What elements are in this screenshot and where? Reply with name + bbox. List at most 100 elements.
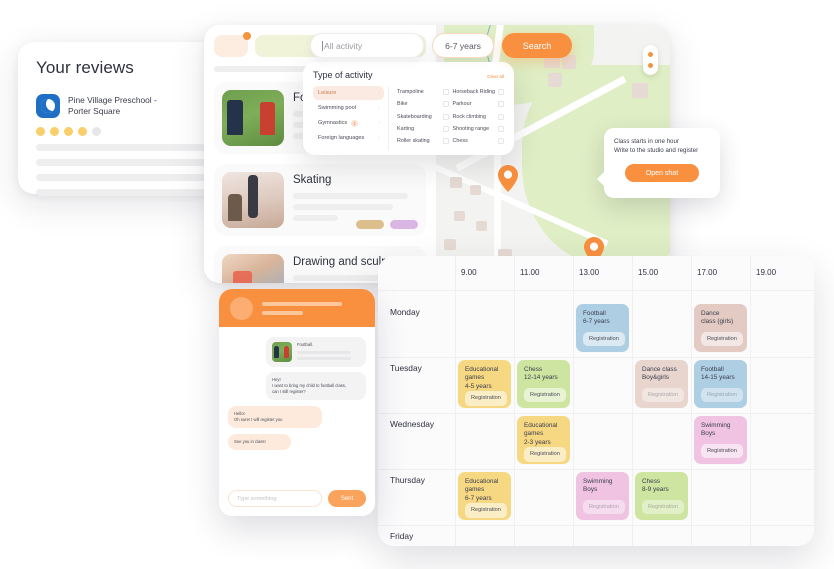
registration-button[interactable]: Registration [524,387,566,402]
skeleton-line [297,357,352,360]
schedule-event-text: Educational games 2-3 years [524,422,563,447]
rating-star[interactable] [78,127,87,136]
checkbox[interactable] [442,101,449,108]
rating-star[interactable] [36,127,45,136]
chat-message-card[interactable]: Football. [266,337,366,367]
schedule-time-header: 15.00 [638,268,659,277]
filter-option-roller-skating[interactable]: Roller skating [397,135,449,147]
filter-option-skateboarding[interactable]: Skateboarding [397,111,449,123]
chat-header [219,289,375,327]
activity-photo [272,342,292,362]
filter-option-shooting-range[interactable]: Shooting range [453,123,504,135]
schedule-event-text: Chess 8-9 years [642,478,681,495]
search-input[interactable]: All activity [310,33,424,58]
schedule-event-subtitle: Boys [583,486,598,494]
schedule-event[interactable]: Chess 8-9 years Registration [635,472,688,520]
checkbox[interactable] [498,101,504,108]
filter-option-chess[interactable]: Chess [453,135,504,147]
checkbox[interactable] [498,113,504,120]
filter-option-karting[interactable]: Karting [397,123,449,135]
search-button[interactable]: Search [502,33,572,58]
schedule-event-text: Educational games 6-7 years [465,478,504,503]
checkbox[interactable] [498,138,504,145]
registration-button[interactable]: Registration [642,387,684,402]
checkbox[interactable] [442,113,449,120]
chat-message-line: Oh sure! I will register you [234,417,283,422]
schedule-event[interactable]: Football 6-7 years Registration [576,304,629,352]
schedule-event-title: Educational games [524,422,558,438]
rating-star[interactable] [50,127,59,136]
skeleton-line [36,144,206,151]
tooltip-line-1: Class starts in one hour [614,138,679,145]
filter-option-parkour[interactable]: Parkour [453,98,504,110]
age-select[interactable]: 6-7 years [432,33,494,58]
activity-photo [222,172,284,228]
rating-star[interactable] [92,127,101,136]
avatar[interactable] [230,296,253,320]
chat-input[interactable]: Type something [228,490,322,507]
filter-category-foreign-languages[interactable]: Foreign languages › [313,131,384,145]
registration-button[interactable]: Registration [583,331,625,346]
schedule-event[interactable]: Educational games 2-3 years Registration [517,416,570,464]
registration-button[interactable]: Registration [524,447,566,462]
registration-button[interactable]: Registration [701,387,743,402]
open-chat-button[interactable]: Open shat [625,164,699,182]
organization-name: Pine Village Preschool - Porter Square [68,94,157,117]
checkbox[interactable] [442,89,449,96]
grid-line [750,256,751,546]
registration-button[interactable]: Registration [701,331,743,346]
schedule-event[interactable]: Chess 12-14 years Registration [517,360,570,408]
zoom-in-icon[interactable] [648,52,653,57]
schedule-event-subtitle: 8-9 years [642,486,669,494]
filter-category-swimming-pool[interactable]: Swimming pool › [313,101,384,115]
checkbox[interactable] [498,89,504,96]
reviews-card: Your reviews Pine Village Preschool - Po… [18,42,224,196]
schedule-event-subtitle: Boy&girls [642,374,669,382]
send-button[interactable]: Sent [328,490,366,507]
registration-button[interactable]: Registration [642,499,684,514]
filter-option-columns: Trampoline Bike Skateboarding Karting Roller… [389,86,504,150]
clear-all-link[interactable]: Clear all [487,74,504,79]
checkbox[interactable] [442,138,449,145]
schedule-event[interactable]: Swimming Boys Registration [694,416,747,464]
registration-button[interactable]: Registration [465,503,507,518]
rating-stars[interactable] [36,127,206,136]
skeleton-line [293,193,408,199]
schedule-event[interactable]: Dance class (girls) Registration [694,304,747,352]
map-pin[interactable] [498,165,518,192]
schedule-event[interactable]: Educational games 4-5 years Registration [458,360,511,408]
map-zoom-controls[interactable] [643,45,658,75]
registration-button[interactable]: Registration [583,499,625,514]
filter-option-label: Rock climbing [452,113,487,120]
filter-option-trampoline[interactable]: Trampoline [397,86,449,98]
filter-chip[interactable] [214,32,251,57]
checkbox[interactable] [442,126,449,133]
skeleton-line [293,215,338,221]
filter-option-rock-climbing[interactable]: Rock climbing [452,111,504,123]
registration-button[interactable]: Registration [701,443,743,458]
rating-star[interactable] [64,127,73,136]
registration-button[interactable]: Registration [465,391,507,406]
chat-input-placeholder: Type something [237,495,277,502]
schedule-event[interactable]: Dance class Boy&girls Registration [635,360,688,408]
zoom-out-icon[interactable] [648,63,653,68]
list-item[interactable]: Skating [214,164,426,236]
schedule-event-subtitle: 14-15 years [701,374,735,382]
filter-category-gymnastics[interactable]: Gymnastics 1 › [313,116,384,130]
schedule-event[interactable]: Educational games 6-7 years Registration [458,472,511,520]
map-building [454,211,465,221]
organization-name-line1: Pine Village Preschool - [68,95,157,105]
organization-name-line2: Porter Square [68,106,121,116]
skeleton-line [262,301,342,306]
filter-option-bike[interactable]: Bike [397,98,449,110]
checkbox[interactable] [498,126,504,133]
filter-option-horseback-riding[interactable]: Horseback Riding [453,86,504,98]
tag [356,220,384,229]
schedule-event-subtitle: 4-5 years [465,382,492,390]
review-item[interactable]: Pine Village Preschool - Porter Square [36,94,206,118]
send-button-label: Sent [340,495,354,502]
schedule-event[interactable]: Swimming Boys Registration [576,472,629,520]
chat-message-incoming: Hey! I want to bring my child to footbal… [266,372,366,400]
filter-category-leisure[interactable]: Leisure › [313,86,384,100]
schedule-event[interactable]: Football 14-15 years Registration [694,360,747,408]
